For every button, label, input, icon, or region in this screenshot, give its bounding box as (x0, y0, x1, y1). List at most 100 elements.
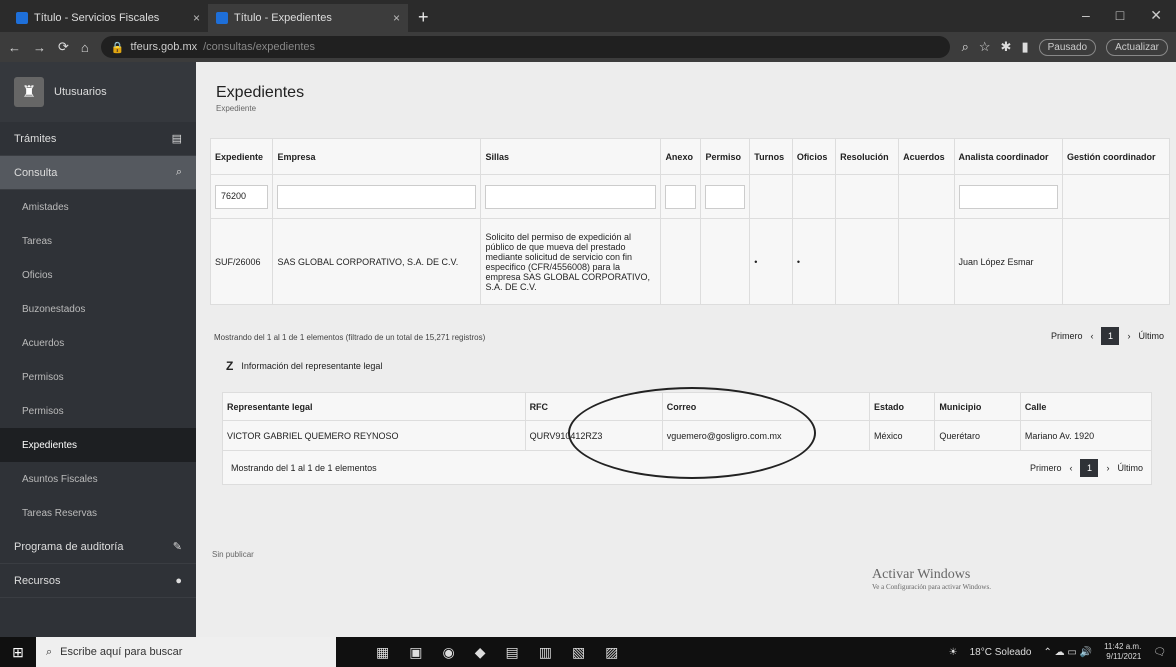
new-tab-button[interactable]: + (408, 7, 439, 32)
column-header[interactable]: Turnos (749, 138, 793, 175)
sidebar-subitem[interactable]: Buzonestados (0, 292, 196, 326)
column-header[interactable]: Estado (869, 392, 936, 421)
app-icon[interactable]: ▨ (605, 644, 618, 661)
page-header: Expedientes Expediente (196, 62, 1176, 113)
table-header-row: Expediente Empresa Sillas Anexo Permiso … (209, 138, 1170, 175)
app-icon[interactable]: ▧ (572, 644, 585, 661)
address-toolbar: ← → ⟳ ⌂ 🔒 tfeurs.gob.mx /consultas/exped… (0, 32, 1176, 62)
column-header[interactable]: Anexo (660, 138, 702, 175)
explorer-icon[interactable]: ▣ (409, 644, 422, 661)
task-view-icon[interactable]: ▦ (376, 644, 389, 661)
sidebar-item-programa[interactable]: Programa de auditoría ✎ (0, 530, 196, 564)
taskbar-search[interactable]: ⌕ Escribe aquí para buscar (36, 637, 336, 667)
paused-button[interactable]: Pausado (1038, 38, 1097, 56)
reload-icon[interactable]: ⟳ (58, 39, 69, 55)
cell-nombre: VICTOR GABRIEL QUEMERO REYNOSO (222, 420, 526, 451)
page-number[interactable]: 1 (1101, 327, 1120, 345)
column-header[interactable]: Analista coordinador (953, 138, 1064, 175)
filter-input[interactable] (485, 184, 657, 209)
back-icon[interactable]: ← (8, 40, 21, 55)
main-content: Expedientes Expediente Expediente Empres… (196, 62, 1176, 637)
app-icon[interactable]: ◆ (475, 644, 486, 661)
sidebar-subitem-expedientes[interactable]: Expedientes (0, 428, 196, 462)
update-button[interactable]: Actualizar (1106, 38, 1168, 56)
puzzle-icon[interactable]: ✱ (1001, 39, 1012, 55)
sidebar-subitem[interactable]: Permisos (0, 394, 196, 428)
filter-input[interactable] (665, 184, 697, 209)
sidebar-item-tramites[interactable]: Trámites ▤ (0, 122, 196, 156)
cell-municipio: Querétaro (934, 420, 1021, 451)
next-icon[interactable]: › (1106, 463, 1109, 473)
column-header[interactable]: Expediente (209, 138, 274, 175)
sidebar-item-label: Recursos (14, 574, 61, 587)
prev-icon[interactable]: ‹ (1069, 463, 1072, 473)
sidebar-subitem[interactable]: Asuntos Fiscales (0, 462, 196, 496)
filter-input-expediente[interactable]: 76200 (215, 184, 269, 209)
tab-expedientes[interactable]: Título - Expedientes × (208, 4, 408, 32)
prev-icon[interactable]: ‹ (1090, 331, 1093, 341)
clock[interactable]: 11:42 a.m. 9/11/2021 (1104, 642, 1141, 662)
table-row[interactable]: SUF/26006 SAS GLOBAL CORPORATIVO, S.A. D… (209, 218, 1170, 305)
pencil-icon: ✎ (172, 541, 182, 553)
weather-text[interactable]: 18°C Soleado (970, 647, 1032, 658)
clock-time: 11:42 a.m. (1104, 642, 1142, 651)
cell-estado: México (869, 420, 936, 451)
sidebar-subitem[interactable]: Oficios (0, 258, 196, 292)
sidebar-icon[interactable]: ▮ (1021, 39, 1028, 55)
chrome-icon[interactable]: ◉ (442, 644, 454, 661)
last-page-button[interactable]: Último (1117, 463, 1143, 473)
cell-acuerdos (898, 218, 955, 305)
favicon-icon (216, 12, 228, 24)
column-header[interactable]: Sillas (480, 138, 662, 175)
column-header[interactable]: Municipio (934, 392, 1021, 421)
sidebar-subitem[interactable]: Tareas (0, 224, 196, 258)
column-header[interactable]: Empresa (272, 138, 482, 175)
filter-input[interactable] (277, 184, 477, 209)
column-header[interactable]: Acuerdos (898, 138, 955, 175)
cell-anexo (660, 218, 702, 305)
tab-title: Título - Servicios Fiscales (34, 12, 160, 24)
windows-start-icon[interactable]: ⊞ (0, 637, 36, 667)
page-title: Expedientes (216, 84, 305, 101)
minimize-icon[interactable]: – (1082, 7, 1090, 24)
column-header[interactable]: Gestión coordinador (1062, 138, 1170, 175)
column-header[interactable]: Permiso (700, 138, 751, 175)
first-page-button[interactable]: Primero (1030, 463, 1062, 473)
last-page-button[interactable]: Último (1138, 331, 1164, 341)
forward-icon[interactable]: → (33, 40, 46, 55)
weather-icon[interactable]: ☀ (949, 647, 958, 658)
column-header[interactable]: Resolución (835, 138, 900, 175)
maximize-icon[interactable]: □ (1116, 7, 1124, 24)
close-window-icon[interactable]: ✕ (1150, 7, 1162, 24)
star-icon[interactable]: ☆ (979, 39, 991, 55)
next-icon[interactable]: › (1127, 331, 1130, 341)
zoom-icon[interactable]: ⌕ (962, 39, 969, 55)
app-icon[interactable]: ▥ (539, 644, 552, 661)
app-icon[interactable]: ▤ (505, 644, 518, 661)
cell-analista: Juan López Esmar (953, 218, 1064, 305)
sidebar-subitem[interactable]: Tareas Reservas (0, 496, 196, 530)
sidebar-item-consulta[interactable]: Consulta ⌕ (0, 156, 196, 190)
address-bar[interactable]: 🔒 tfeurs.gob.mx /consultas/expedientes (100, 36, 950, 58)
sidebar-item-recursos[interactable]: Recursos ● (0, 564, 196, 598)
collapse-icon[interactable]: Z (226, 359, 233, 373)
first-page-button[interactable]: Primero (1051, 331, 1083, 341)
sidebar-subitem[interactable]: Acuerdos (0, 326, 196, 360)
home-icon[interactable]: ⌂ (81, 40, 89, 55)
close-icon[interactable]: × (393, 11, 400, 25)
column-header[interactable]: Representante legal (222, 392, 526, 421)
column-header[interactable]: Oficios (791, 138, 837, 175)
windows-activation-watermark: Activar Windows Ve a Configuración para … (872, 567, 991, 591)
tray-icons[interactable]: ⌃ ☁ ▭ 🔊 (1043, 647, 1092, 658)
filter-input[interactable] (705, 184, 746, 209)
tab-servicios[interactable]: Título - Servicios Fiscales × (8, 4, 208, 32)
close-icon[interactable]: × (193, 11, 200, 25)
notification-icon[interactable]: 🗨 (1153, 647, 1166, 658)
sidebar-subitem[interactable]: Amistades (0, 190, 196, 224)
column-header[interactable]: Calle (1019, 392, 1153, 421)
page-number[interactable]: 1 (1080, 458, 1099, 477)
cell-turnos: • (749, 218, 793, 305)
filter-input[interactable] (958, 184, 1059, 209)
cell-expediente[interactable]: SUF/26006 (209, 218, 274, 305)
sidebar-subitem[interactable]: Permisos (0, 360, 196, 394)
